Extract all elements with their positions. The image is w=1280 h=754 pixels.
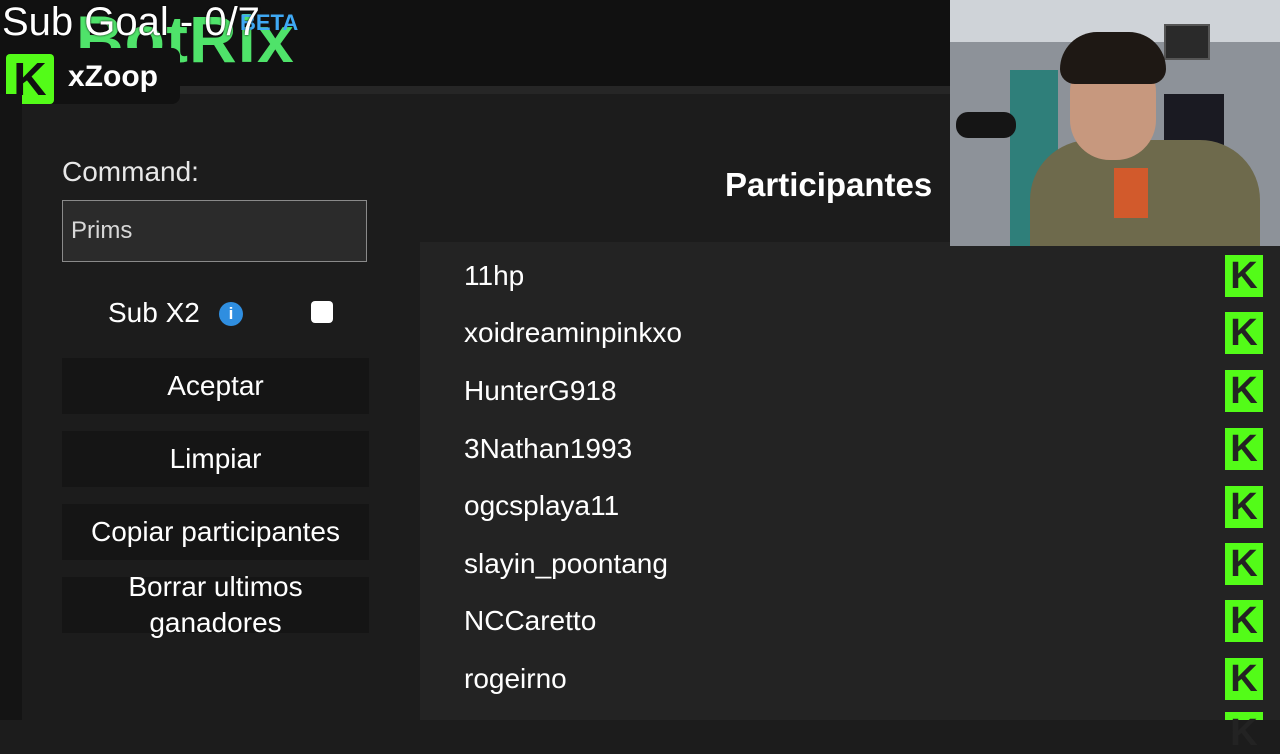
participants-title: Participantes: [725, 166, 933, 203]
webcam-feed: [950, 0, 1280, 246]
left-sidebar-strip: [0, 94, 22, 720]
kick-platform-icon: [1225, 486, 1263, 528]
microphone-icon: [956, 112, 1016, 138]
webcam-person-hair: [1060, 32, 1166, 84]
participant-item: 11hp: [464, 260, 525, 291]
participant-item: HunterG918: [464, 375, 617, 406]
kick-platform-icon: [1225, 658, 1263, 700]
webcam-person-shirt: [1114, 168, 1148, 218]
kick-platform-icon: [1225, 428, 1263, 470]
kick-platform-icon: [1225, 255, 1263, 297]
kick-platform-icon: [1225, 600, 1263, 642]
copy-participants-button[interactable]: Copiar participantes: [62, 504, 369, 560]
participant-item: NCCaretto: [464, 605, 597, 636]
accept-button[interactable]: Aceptar: [62, 358, 369, 414]
sub-x2-checkbox[interactable]: [311, 301, 333, 323]
participant-item: ogcsplaya11: [464, 490, 620, 521]
kick-platform-icon: [1225, 712, 1263, 754]
delete-button-line1: Borrar ultimos: [128, 570, 303, 602]
participants-list: [420, 242, 1280, 720]
command-input[interactable]: [62, 200, 367, 262]
participant-item: rogeirno: [464, 663, 567, 694]
sub-goal-overlay: Sub Goal - 0/7: [2, 0, 260, 44]
webcam-wall-frame: [1164, 24, 1210, 60]
streamer-name: xZoop: [68, 60, 158, 93]
sub-x2-label: Sub X2: [108, 297, 200, 328]
delete-button-line2: ganadores: [149, 607, 282, 638]
info-icon[interactable]: i: [219, 302, 243, 326]
kick-platform-icon: [1225, 312, 1263, 354]
clear-button[interactable]: Limpiar: [62, 431, 369, 487]
kick-platform-icon: [1225, 370, 1263, 412]
delete-last-winners-button[interactable]: Borrar ultimos ganadores: [62, 571, 369, 638]
participant-item: xoidreaminpinkxo: [464, 317, 682, 348]
kick-platform-icon: [1225, 543, 1263, 585]
participant-item: 3Nathan1993: [464, 433, 633, 464]
command-label: Command:: [62, 156, 199, 187]
participant-item: slayin_poontang: [464, 548, 668, 579]
